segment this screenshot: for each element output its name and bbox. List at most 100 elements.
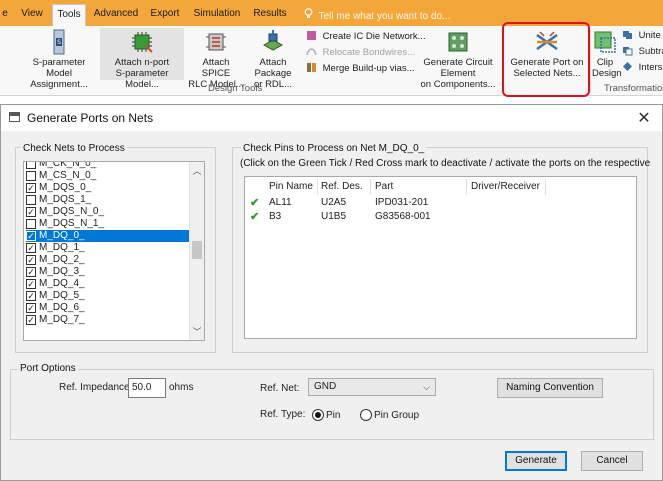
merge-buildup-vias-button[interactable]: Merge Build-up vias... — [306, 62, 415, 76]
net-checkbox[interactable] — [26, 195, 36, 205]
net-list-item[interactable]: ✓ M_DQ_6_ — [26, 302, 191, 314]
port-options-label: Port Options — [18, 363, 78, 374]
svg-text:S: S — [57, 39, 61, 46]
part-cell: IPD031-201 — [375, 197, 429, 208]
scroll-down-icon[interactable]: ﹀ — [190, 325, 204, 338]
tab-view[interactable]: View — [16, 4, 48, 26]
ohms-label: ohms — [169, 382, 194, 393]
subtract-icon — [623, 47, 633, 56]
net-list-item[interactable]: M_DQS_1_ — [26, 194, 191, 206]
unite-button[interactable]: Unite — [622, 29, 661, 43]
attach-package-rdl-button[interactable]: Attach Package or RDL... — [244, 28, 302, 90]
net-name-label: M_DQ_4_ — [39, 278, 85, 289]
net-name-label: M_DQ_2_ — [39, 254, 85, 265]
net-name-label: M_DQS_N_0_ — [39, 206, 105, 217]
column-divider — [317, 179, 318, 195]
cancel-button[interactable]: Cancel — [581, 451, 643, 471]
net-list-item[interactable]: ✓ M_DQS_N_0_ — [26, 206, 191, 218]
net-list-item[interactable]: ✓ M_DQ_7_ — [26, 314, 191, 326]
net-name-label: M_DQS_1_ — [39, 194, 92, 205]
net-name-label: M_DQ_1_ — [39, 242, 85, 253]
net-name-label: M_DQ_5_ — [39, 290, 85, 301]
net-name-label: M_DQ_3_ — [39, 266, 85, 277]
tab-tools[interactable]: Tools — [52, 4, 86, 26]
net-checkbox[interactable]: ✓ — [26, 255, 36, 265]
net-name-label: M_CS_N_0_ — [39, 170, 97, 181]
net-list-item[interactable]: ✓ M_DQ_5_ — [26, 290, 191, 302]
attach-nport-sparameter-button[interactable]: Attach n-port S-parameter Model... — [100, 28, 184, 90]
naming-convention-button[interactable]: Naming Convention — [497, 378, 603, 398]
net-checkbox[interactable]: ✓ — [26, 183, 36, 193]
ref-type-pin-group-label[interactable]: Pin Group — [374, 410, 419, 421]
net-list-item[interactable]: M_CS_N_0_ — [26, 170, 191, 182]
sparameter-model-assignment-button[interactable]: S S-parameter Model Assignment... — [20, 28, 98, 90]
nets-scrollbar[interactable]: ︿ ﹀ — [189, 162, 204, 340]
subtract-button[interactable]: Subtra — [622, 45, 663, 59]
net-name-label: M_CK_N_0_ — [39, 161, 97, 169]
ref-type-pin-radio[interactable] — [312, 409, 324, 421]
column-divider — [545, 179, 546, 195]
net-name-label: M_DQ_0_ — [39, 230, 85, 241]
net-list-item[interactable]: ✓ M_DQ_4_ — [26, 278, 191, 290]
column-header-part[interactable]: Part — [375, 181, 393, 192]
intersect-button[interactable]: Inters — [622, 61, 662, 75]
column-header-driver-receiver[interactable]: Driver/Receiver — [471, 181, 540, 192]
net-checkbox[interactable]: ✓ — [26, 267, 36, 277]
clip-design-button[interactable]: Clip Design — [592, 28, 622, 80]
dialog-window-icon — [9, 112, 20, 122]
net-checkbox[interactable] — [26, 162, 36, 169]
tab-advanced[interactable]: Advanced — [90, 4, 142, 26]
tell-me-search[interactable]: Tell me what you want to do... — [304, 8, 450, 22]
net-checkbox[interactable]: ✓ — [26, 231, 36, 241]
radio-selected-dot — [315, 412, 321, 418]
pins-grid[interactable]: Pin Name Ref. Des. Part Driver/Receiver … — [244, 176, 637, 339]
ref-type-pin-group-radio[interactable] — [360, 409, 372, 421]
net-checkbox[interactable] — [26, 171, 36, 181]
ref-net-select[interactable]: GND ⌵ — [308, 378, 436, 396]
column-header-ref-des[interactable]: Ref. Des. — [321, 181, 363, 192]
net-checkbox[interactable]: ✓ — [26, 315, 36, 325]
column-header-pin-name[interactable]: Pin Name — [269, 181, 313, 192]
net-name-label: M_DQS_0_ — [39, 182, 92, 193]
spice-rlc-icon — [206, 33, 226, 51]
circuit-element-icon — [448, 32, 468, 52]
net-list-item[interactable]: ✓ M_DQ_1_ — [26, 242, 191, 254]
tab-results[interactable]: Results — [250, 4, 290, 26]
close-icon[interactable]: ✕ — [636, 108, 652, 128]
generate-button[interactable]: Generate — [505, 451, 567, 471]
generate-circuit-element-button[interactable]: Generate Circuit Element on Components..… — [412, 28, 504, 90]
pins-panel-label: Check Pins to Process on Net M_DQ_0_ — [241, 143, 427, 154]
package-icon — [262, 30, 284, 51]
net-checkbox[interactable] — [26, 219, 36, 229]
relocate-bondwires-button[interactable]: Relocate Bondwires... — [306, 46, 415, 60]
net-checkbox[interactable]: ✓ — [26, 279, 36, 289]
net-checkbox[interactable]: ✓ — [26, 243, 36, 253]
green-tick-icon[interactable]: ✔ — [250, 210, 259, 223]
scroll-up-icon[interactable]: ︿ — [190, 164, 204, 177]
net-list-item[interactable]: ✓ M_DQ_2_ — [26, 254, 191, 266]
part-cell: G83568-001 — [375, 211, 431, 222]
nets-list[interactable]: M_CK_N_0_ M_CS_N_0_ ✓ M_DQS_0_ M_DQS_1_ ✓ M_DQ… — [23, 161, 205, 341]
tab-partial[interactable]: e — [0, 4, 10, 26]
scroll-thumb[interactable] — [192, 241, 202, 259]
unite-icon — [623, 31, 632, 39]
net-list-item[interactable]: M_DQS_N_1_ — [26, 218, 191, 230]
lightbulb-icon — [304, 8, 316, 22]
callout-highlight-box — [502, 22, 590, 97]
net-checkbox[interactable]: ✓ — [26, 303, 36, 313]
net-checkbox[interactable]: ✓ — [26, 207, 36, 217]
tab-export[interactable]: Export — [146, 4, 184, 26]
green-tick-icon[interactable]: ✔ — [250, 196, 259, 209]
net-checkbox[interactable]: ✓ — [26, 291, 36, 301]
create-ic-die-network-button[interactable]: Create IC Die Network... — [306, 30, 426, 44]
ref-type-pin-label[interactable]: Pin — [326, 410, 340, 421]
column-divider — [466, 179, 467, 195]
net-list-item[interactable]: ✓ M_DQS_0_ — [26, 182, 191, 194]
pins-hint-text: (Click on the Green Tick / Red Cross mar… — [240, 158, 651, 169]
attach-spice-rlc-button[interactable]: Attach SPICE RLC Model... — [188, 28, 244, 90]
net-list-item[interactable]: M_CK_N_0_ — [26, 161, 191, 170]
net-list-item[interactable]: ✓ M_DQ_3_ — [26, 266, 191, 278]
tab-simulation[interactable]: Simulation — [190, 4, 244, 26]
ref-impedance-input[interactable]: 50.0 — [128, 378, 166, 398]
net-list-item[interactable]: ✓ M_DQ_0_ — [26, 230, 191, 242]
